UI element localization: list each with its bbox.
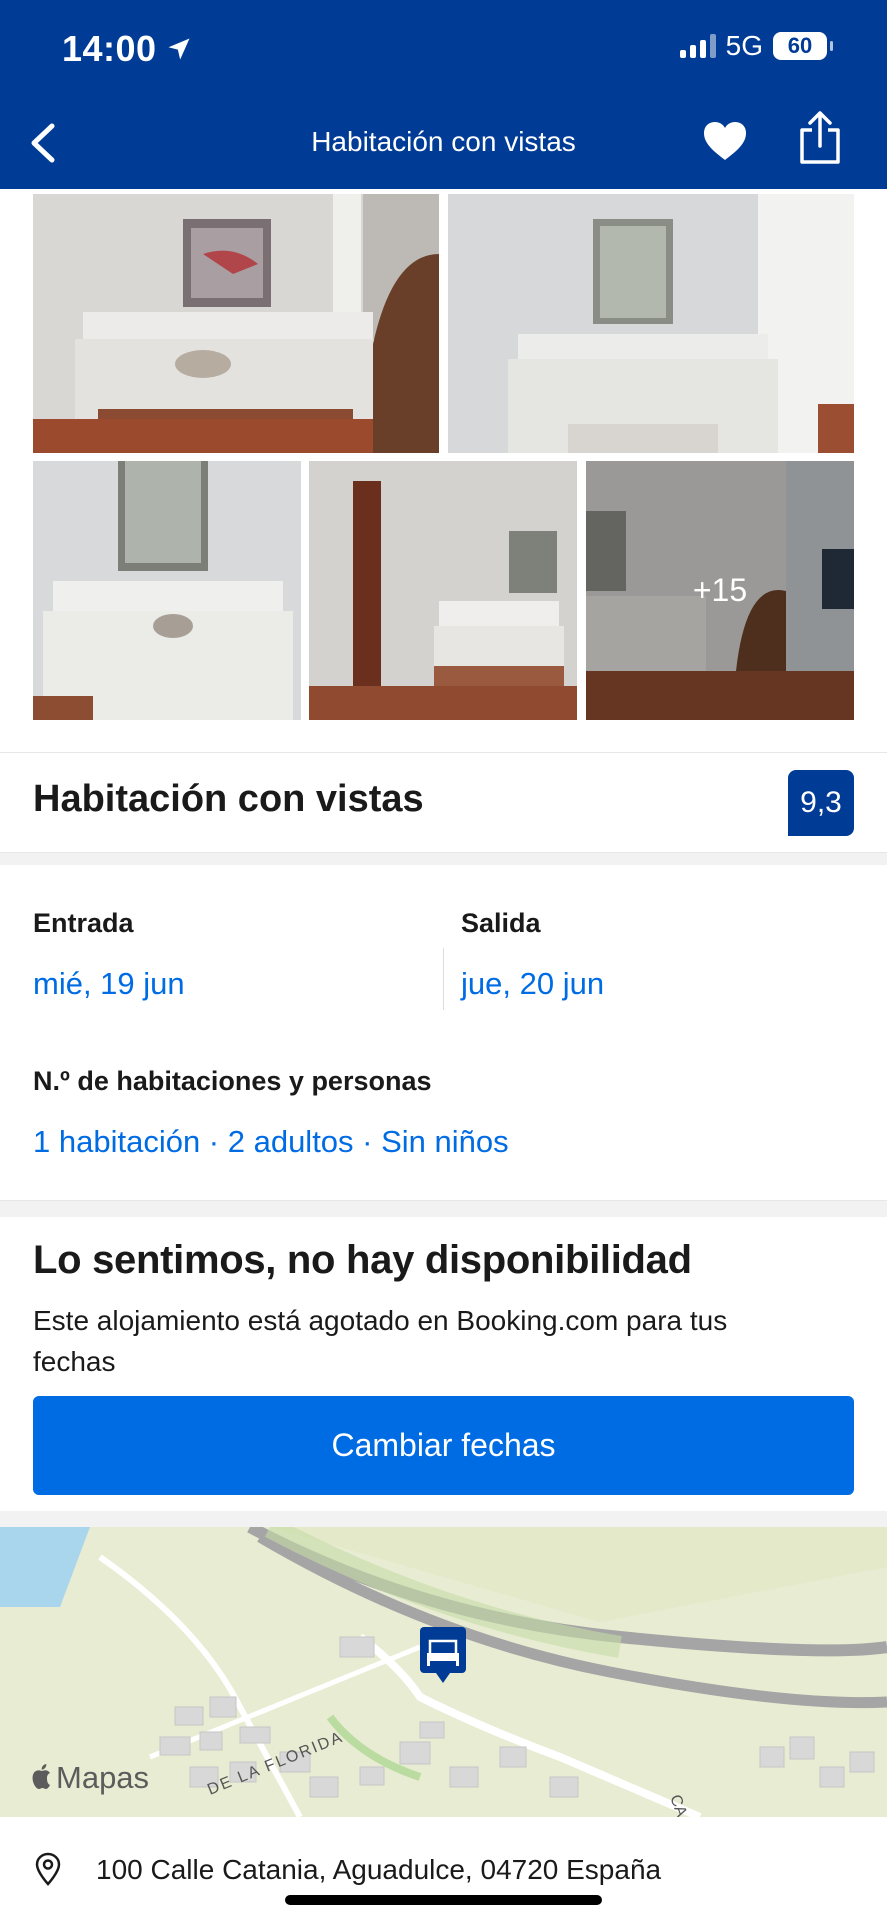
section-spacer (0, 1201, 887, 1217)
battery-icon: 60 (773, 32, 833, 60)
app-header: 14:00 5G 60 Habitación con vistas (0, 0, 887, 189)
more-photos-overlay[interactable]: +15 (586, 461, 854, 720)
location-arrow-icon (168, 38, 190, 60)
maps-brand: Mapas (30, 1760, 149, 1796)
date-separator (443, 948, 444, 1010)
favorite-heart-icon[interactable] (702, 120, 748, 162)
section-spacer (0, 853, 887, 865)
room-photo-2[interactable] (448, 194, 854, 453)
bedroom-photo-image (448, 194, 854, 453)
maps-brand-label: Mapas (56, 1760, 150, 1795)
more-photos-count: +15 (692, 572, 748, 608)
status-time: 14:00 (62, 28, 193, 70)
share-icon[interactable] (796, 110, 844, 166)
room-photo-5[interactable]: +15 (586, 461, 854, 720)
property-title: Habitación con vistas (33, 778, 424, 820)
no-availability-message: Este alojamiento está agotado en Booking… (33, 1305, 728, 1377)
bedroom-photo-image (33, 461, 301, 720)
signal-icon (679, 34, 716, 58)
apple-logo-icon (32, 1764, 50, 1789)
checkin-label: Entrada (33, 908, 134, 938)
review-score-badge[interactable]: 9,3 (788, 770, 854, 836)
checkin-date[interactable]: mié, 19 jun (33, 966, 185, 1002)
divider (0, 752, 887, 753)
no-availability-title: Lo sentimos, no hay disponibilidad (33, 1238, 692, 1282)
bedroom-photo-image (33, 194, 439, 453)
room-photo-3[interactable] (33, 461, 301, 720)
section-spacer (0, 1511, 887, 1527)
room-photo-4[interactable] (309, 461, 577, 720)
location-pin-icon (35, 1852, 61, 1886)
nav-title: Habitación con vistas (311, 126, 576, 157)
change-dates-button[interactable]: Cambiar fechas (33, 1396, 854, 1495)
network-label: 5G (725, 30, 763, 61)
home-indicator[interactable] (285, 1895, 602, 1905)
status-indicators: 5G 60 (679, 30, 833, 62)
room-photo-1[interactable] (33, 194, 439, 453)
property-address: 100 Calle Catania, Aguadulce, 04720 Espa… (96, 1854, 662, 1885)
bedroom-photo-image (309, 461, 577, 720)
checkout-date[interactable]: jue, 20 jun (461, 966, 604, 1002)
checkout-label: Salida (461, 908, 541, 938)
guests-label: N.º de habitaciones y personas (33, 1066, 432, 1096)
guests-value[interactable]: 1 habitación · 2 adultos · Sin niños (33, 1124, 509, 1160)
status-clock: 14:00 (62, 28, 157, 69)
battery-level: 60 (787, 33, 813, 58)
